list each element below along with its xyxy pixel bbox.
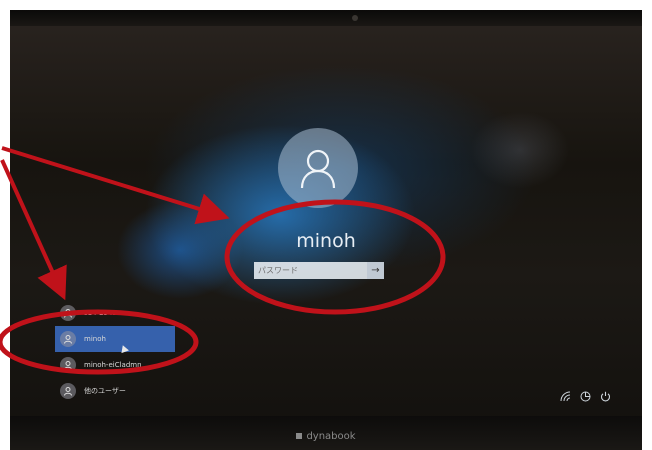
annotation-overlay [0,146,446,375]
annotation-arrow-login [1,146,230,225]
annotation-circle-userlist [0,309,199,375]
annotation-arrow-userlist [0,159,67,301]
annotation-circle-login [224,199,446,315]
